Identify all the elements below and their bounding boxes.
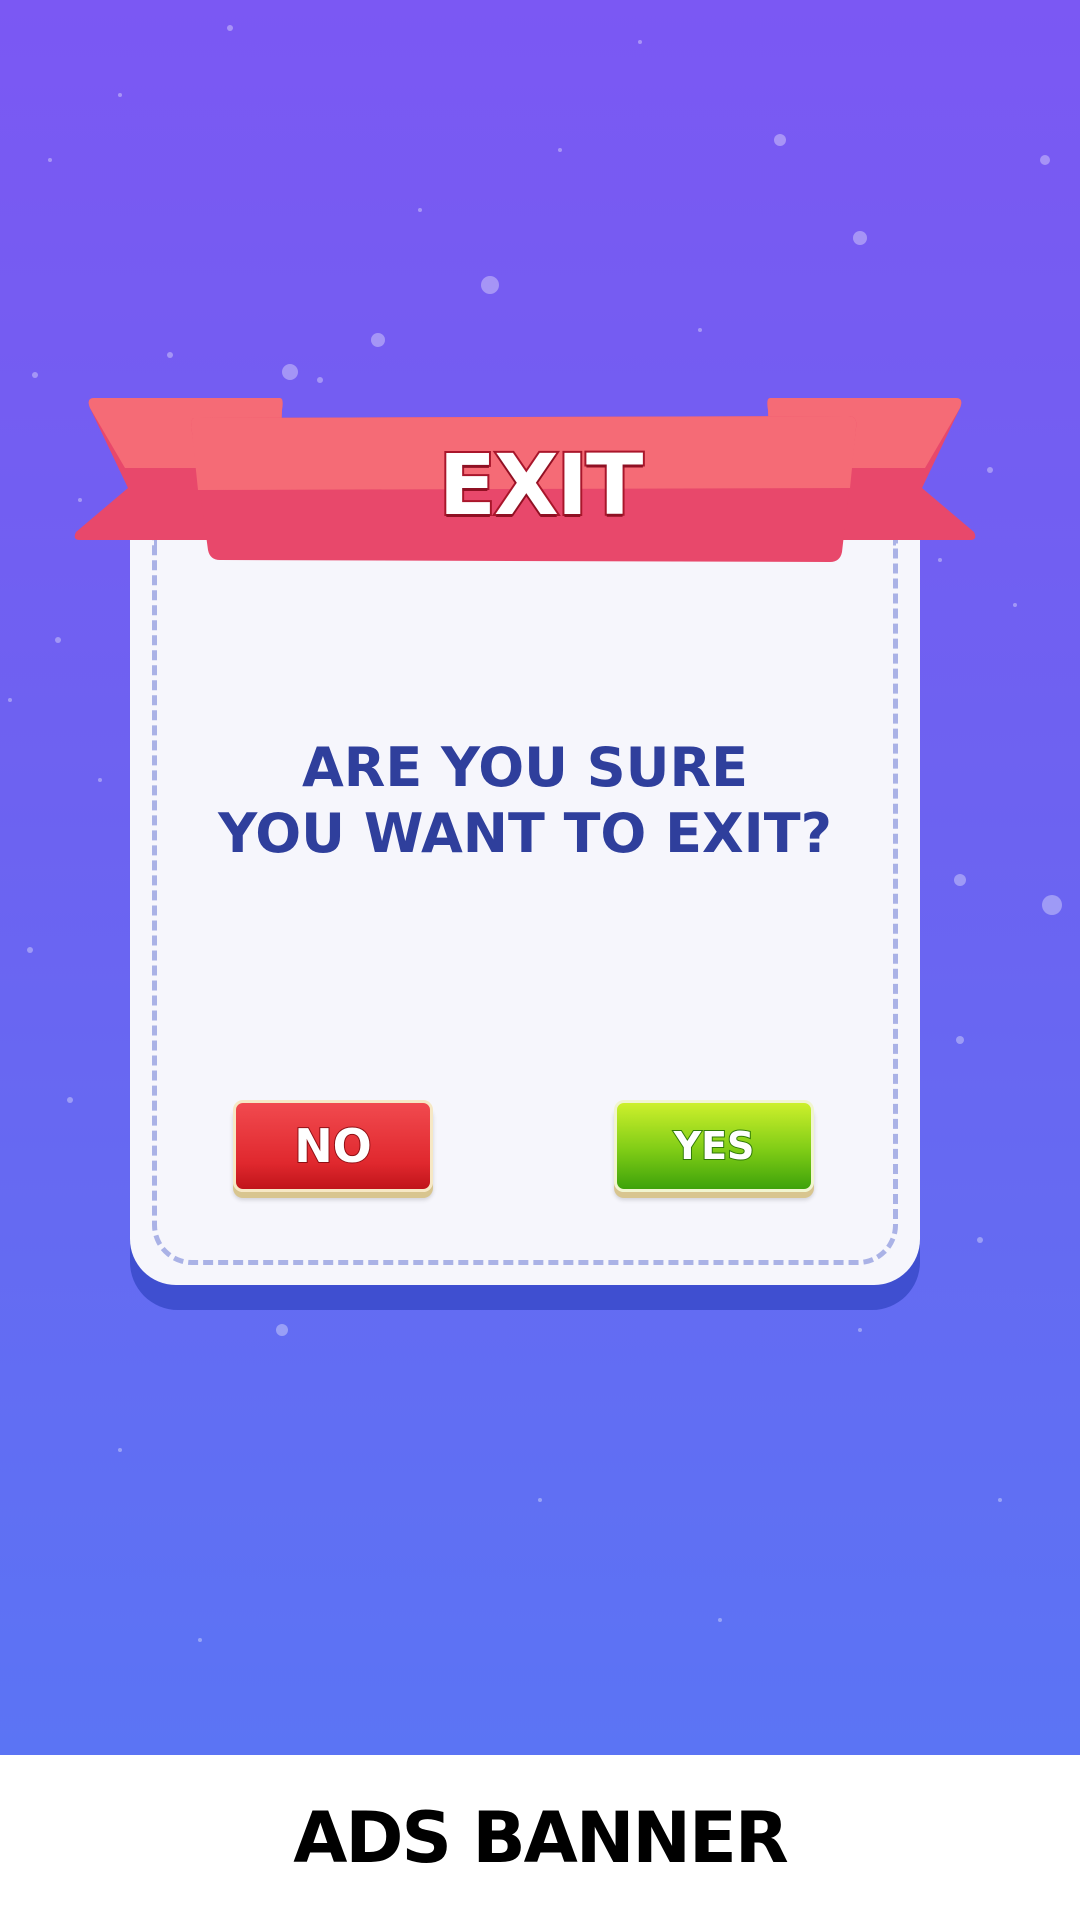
no-button[interactable]: NO [233, 1100, 433, 1192]
yes-button[interactable]: YES [614, 1100, 814, 1192]
exit-title: EXIT [437, 434, 646, 536]
question-line-1: ARE YOU SURE [301, 736, 748, 799]
exit-confirmation-question: ARE YOU SURE YOU WANT TO EXIT? [160, 735, 890, 867]
question-line-2: YOU WANT TO EXIT? [218, 802, 832, 865]
ads-banner-label: ADS BANNER [293, 1796, 788, 1879]
ads-banner[interactable]: ADS BANNER [0, 1755, 1080, 1920]
